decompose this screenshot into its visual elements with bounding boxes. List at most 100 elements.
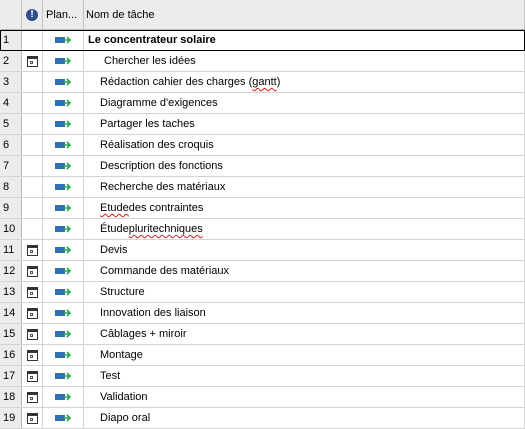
row-number[interactable]: 3: [0, 72, 22, 92]
table-row[interactable]: 2 Chercher les idées: [0, 51, 525, 72]
table-row[interactable]: 18 Validation: [0, 387, 525, 408]
task-mode-cell[interactable]: [43, 135, 84, 155]
task-name[interactable]: Commande des matériaux: [84, 261, 525, 281]
task-mode-cell[interactable]: [43, 93, 84, 113]
task-mode-cell[interactable]: [43, 324, 84, 344]
task-mode-cell[interactable]: [43, 345, 84, 365]
row-number[interactable]: 18: [0, 387, 22, 407]
indicator-cell: [22, 282, 43, 302]
calendar-icon: [26, 370, 38, 382]
task-name-column-header[interactable]: Nom de tâche: [84, 0, 525, 29]
table-row[interactable]: 1 Le concentrateur solaire: [0, 30, 525, 51]
table-row[interactable]: 6 Réalisation des croquis: [0, 135, 525, 156]
indicator-cell: [22, 30, 43, 50]
table-row[interactable]: 14 Innovation des liaison: [0, 303, 525, 324]
auto-scheduled-icon: [54, 57, 71, 65]
task-name[interactable]: Description des fonctions: [84, 156, 525, 176]
row-number[interactable]: 2: [0, 51, 22, 71]
select-all-cell[interactable]: [0, 0, 22, 29]
table-row[interactable]: 8 Recherche des matériaux: [0, 177, 525, 198]
auto-scheduled-icon: [54, 330, 71, 338]
task-grid: ! Plan... Nom de tâche 1 Le concentrateur…: [0, 0, 525, 429]
indicator-cell: [22, 324, 43, 344]
task-mode-cell[interactable]: [43, 240, 84, 260]
task-mode-cell[interactable]: [43, 177, 84, 197]
row-number[interactable]: 12: [0, 261, 22, 281]
indicators-column-header[interactable]: !: [22, 0, 43, 29]
task-name[interactable]: Innovation des liaison: [84, 303, 525, 323]
row-number[interactable]: 11: [0, 240, 22, 260]
table-row[interactable]: 15 Câblages + miroir: [0, 324, 525, 345]
row-number[interactable]: 19: [0, 408, 22, 428]
table-row[interactable]: 10 Étude pluritechniques: [0, 219, 525, 240]
task-name[interactable]: Validation: [84, 387, 525, 407]
task-name[interactable]: Diagramme d'exigences: [84, 93, 525, 113]
task-name[interactable]: Étude pluritechniques: [84, 219, 525, 239]
table-row[interactable]: 17 Test: [0, 366, 525, 387]
row-number[interactable]: 13: [0, 282, 22, 302]
task-name[interactable]: Test: [84, 366, 525, 386]
task-mode-cell[interactable]: [43, 219, 84, 239]
table-row[interactable]: 16 Montage: [0, 345, 525, 366]
task-mode-cell[interactable]: [43, 303, 84, 323]
task-mode-column-header[interactable]: Plan...: [43, 0, 84, 29]
auto-scheduled-icon: [54, 414, 71, 422]
row-number[interactable]: 10: [0, 219, 22, 239]
task-mode-cell[interactable]: [43, 261, 84, 281]
table-row[interactable]: 13 Structure: [0, 282, 525, 303]
row-number[interactable]: 4: [0, 93, 22, 113]
task-mode-cell[interactable]: [43, 72, 84, 92]
indicator-cell: [22, 93, 43, 113]
task-mode-cell[interactable]: [43, 408, 84, 428]
row-number[interactable]: 5: [0, 114, 22, 134]
row-number[interactable]: 16: [0, 345, 22, 365]
task-mode-cell[interactable]: [43, 156, 84, 176]
row-number[interactable]: 8: [0, 177, 22, 197]
task-name[interactable]: Etude des contraintes: [84, 198, 525, 218]
row-number[interactable]: 9: [0, 198, 22, 218]
table-row[interactable]: 7 Description des fonctions: [0, 156, 525, 177]
indicator-cell: [22, 408, 43, 428]
task-name[interactable]: Diapo oral: [84, 408, 525, 428]
table-row[interactable]: 4 Diagramme d'exigences: [0, 93, 525, 114]
task-name[interactable]: Recherche des matériaux: [84, 177, 525, 197]
task-mode-cell[interactable]: [43, 114, 84, 134]
row-number[interactable]: 6: [0, 135, 22, 155]
table-row[interactable]: 12 Commande des matériaux: [0, 261, 525, 282]
task-rows: 1 Le concentrateur solaire 2 Chercher les i…: [0, 30, 525, 429]
task-mode-cell[interactable]: [43, 30, 84, 50]
calendar-icon: [26, 286, 38, 298]
task-name[interactable]: Partager les taches: [84, 114, 525, 134]
task-mode-cell[interactable]: [43, 51, 84, 71]
task-mode-cell[interactable]: [43, 387, 84, 407]
row-number[interactable]: 1: [0, 30, 22, 50]
auto-scheduled-icon: [54, 183, 71, 191]
task-mode-cell[interactable]: [43, 198, 84, 218]
row-number[interactable]: 7: [0, 156, 22, 176]
task-name[interactable]: Réalisation des croquis: [84, 135, 525, 155]
auto-scheduled-icon: [54, 141, 71, 149]
task-name[interactable]: Structure: [84, 282, 525, 302]
row-number[interactable]: 15: [0, 324, 22, 344]
task-name[interactable]: Rédaction cahier des charges (gantt): [84, 72, 525, 92]
table-row[interactable]: 3 Rédaction cahier des charges (gantt): [0, 72, 525, 93]
row-number[interactable]: 14: [0, 303, 22, 323]
calendar-icon: [26, 391, 38, 403]
task-name[interactable]: Chercher les idées: [84, 51, 525, 71]
auto-scheduled-icon: [54, 225, 71, 233]
task-name[interactable]: Devis: [84, 240, 525, 260]
table-row[interactable]: 11 Devis: [0, 240, 525, 261]
table-row[interactable]: 9 Etude des contraintes: [0, 198, 525, 219]
table-row[interactable]: 5 Partager les taches: [0, 114, 525, 135]
task-name[interactable]: Câblages + miroir: [84, 324, 525, 344]
indicator-cell: [22, 261, 43, 281]
row-number[interactable]: 17: [0, 366, 22, 386]
task-mode-cell[interactable]: [43, 282, 84, 302]
table-row[interactable]: 19 Diapo oral: [0, 408, 525, 429]
indicator-cell: [22, 156, 43, 176]
task-mode-cell[interactable]: [43, 366, 84, 386]
summary-task-name[interactable]: Le concentrateur solaire: [84, 30, 525, 50]
indicator-cell: [22, 135, 43, 155]
misspelled-word: pluritechniques: [128, 223, 203, 235]
task-name[interactable]: Montage: [84, 345, 525, 365]
